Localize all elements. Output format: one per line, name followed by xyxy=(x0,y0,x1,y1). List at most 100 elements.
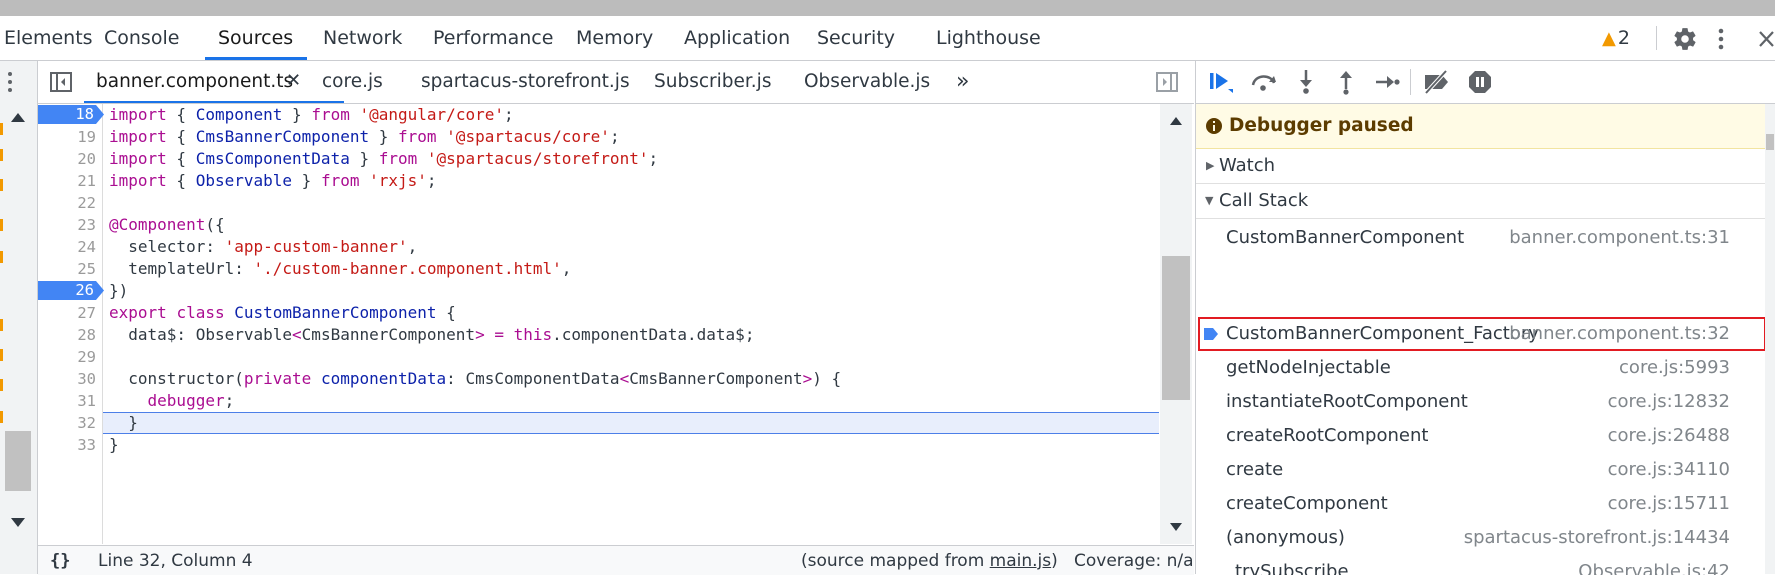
marker xyxy=(0,379,3,391)
call-frame[interactable]: _trySubscribe Observable.js:42 xyxy=(1196,555,1766,575)
file-tab-subscriber[interactable]: Subscriber.js xyxy=(654,61,771,103)
tab-security[interactable]: Security xyxy=(817,16,895,60)
scroll-down-arrow-icon[interactable] xyxy=(1169,522,1183,532)
more-tabs-chevron-icon[interactable]: » xyxy=(956,61,969,103)
toolbar-divider xyxy=(1656,26,1657,50)
info-icon xyxy=(1206,118,1222,134)
line-number[interactable]: 33 xyxy=(40,434,96,456)
line-number[interactable]: 21 xyxy=(40,170,96,192)
file-tab-banner-component[interactable]: banner.component.ts xyxy=(96,61,293,103)
collapsed-triangle-icon: ▶ xyxy=(1206,159,1215,172)
call-frame[interactable]: createComponent core.js:15711 xyxy=(1196,487,1766,521)
active-tab-indicator xyxy=(205,57,307,60)
tab-performance[interactable]: Performance xyxy=(433,16,553,60)
line-number[interactable]: 20 xyxy=(40,148,96,170)
line-number[interactable]: 24 xyxy=(40,236,96,258)
editor-file-tabs: banner.component.ts ✕ core.js spartacus-… xyxy=(38,61,1194,104)
deactivate-breakpoints-icon[interactable] xyxy=(1422,70,1452,94)
more-options-icon[interactable] xyxy=(1716,28,1726,50)
resume-execution-icon[interactable] xyxy=(1208,70,1234,94)
tab-application[interactable]: Application xyxy=(684,16,790,60)
call-frame[interactable]: CustomBannerComponent banner.component.ts… xyxy=(1196,221,1766,255)
scroll-up-arrow-icon[interactable] xyxy=(1169,116,1183,126)
code-editor[interactable]: import { Component } from '@angular/core… xyxy=(103,104,1159,544)
pause-on-exceptions-icon[interactable] xyxy=(1468,70,1492,94)
marker xyxy=(0,123,3,135)
line-number[interactable]: 31 xyxy=(40,390,96,412)
marker xyxy=(0,349,3,361)
code-line: data$: Observable<CmsBannerComponent> = … xyxy=(109,325,755,344)
code-line: constructor(private componentData: CmsCo… xyxy=(109,369,851,388)
selected-frame-highlight-box xyxy=(1198,317,1766,351)
breakpoint-marker[interactable]: 18 xyxy=(38,105,104,124)
tab-network[interactable]: Network xyxy=(323,16,402,60)
toggle-debugger-icon[interactable] xyxy=(1156,72,1178,92)
line-number[interactable]: 30 xyxy=(40,368,96,390)
close-tab-icon[interactable]: ✕ xyxy=(286,61,301,103)
step-over-icon[interactable] xyxy=(1250,71,1278,93)
breakpoint-marker[interactable]: 26 xyxy=(38,281,104,300)
scroll-up-arrow-icon[interactable] xyxy=(10,111,26,123)
step-icon[interactable] xyxy=(1374,73,1400,91)
call-stack-label: Call Stack xyxy=(1219,190,1309,211)
warning-count: 2 xyxy=(1617,27,1630,49)
sidebar-scroll-thumb[interactable] xyxy=(1766,134,1774,150)
close-devtools-icon[interactable] xyxy=(1758,30,1775,48)
tab-console[interactable]: Console xyxy=(104,16,179,60)
step-into-icon[interactable] xyxy=(1298,69,1314,95)
call-frame[interactable]: createRootComponent core.js:26488 xyxy=(1196,419,1766,453)
line-number[interactable]: 25 xyxy=(40,258,96,280)
tab-sources[interactable]: Sources xyxy=(218,16,293,60)
source-mapped-suffix: ) xyxy=(1051,551,1058,571)
step-out-icon[interactable] xyxy=(1338,69,1354,95)
debugger-paused-label: Debugger paused xyxy=(1229,115,1414,136)
marker xyxy=(0,149,3,161)
tab-memory[interactable]: Memory xyxy=(576,16,653,60)
line-number[interactable]: 27 xyxy=(40,302,96,324)
warnings-counter[interactable]: ▲ 2 xyxy=(1602,16,1630,60)
devtools-main-tabbar: Elements Console Sources Network Perform… xyxy=(0,16,1775,61)
call-frame[interactable]: instantiateRootComponent core.js:12832 xyxy=(1196,385,1766,419)
debugger-sidebar: Debugger paused ▶ Watch ▼ Call Stack Cus… xyxy=(1195,61,1775,575)
marker xyxy=(0,411,3,423)
line-number[interactable]: 29 xyxy=(40,346,96,368)
call-frame[interactable]: getNodeInjectable core.js:5993 xyxy=(1196,351,1766,385)
call-stack-section-header[interactable]: ▼ Call Stack xyxy=(1196,184,1766,219)
tab-lighthouse[interactable]: Lighthouse xyxy=(936,16,1041,60)
marker xyxy=(0,179,3,191)
tab-elements[interactable]: Elements xyxy=(4,16,93,60)
code-line: }) xyxy=(109,281,129,300)
source-mapped-prefix: (source mapped from xyxy=(801,551,990,571)
line-number[interactable]: 28 xyxy=(40,324,96,346)
line-number[interactable]: 22 xyxy=(40,192,96,214)
scroll-down-arrow-icon[interactable] xyxy=(10,517,26,529)
navigator-collapsed-strip xyxy=(0,61,38,574)
call-frame[interactable]: (anonymous) spartacus-storefront.js:14434 xyxy=(1196,521,1766,555)
code-line: import { CmsBannerComponent } from '@spa… xyxy=(109,127,620,146)
file-tab-observable[interactable]: Observable.js xyxy=(804,61,930,103)
line-number[interactable]: 32 xyxy=(40,412,96,434)
toggle-navigator-icon[interactable] xyxy=(50,72,72,92)
settings-gear-icon[interactable] xyxy=(1672,26,1698,52)
navigator-scroll-thumb[interactable] xyxy=(5,431,31,491)
line-number-gutter[interactable]: 18 19 20 21 22 23 24 25 26 27 28 29 30 3… xyxy=(38,104,104,544)
call-frame[interactable]: create core.js:34110 xyxy=(1196,453,1766,487)
watch-label: Watch xyxy=(1219,155,1276,176)
code-line: } xyxy=(109,413,138,432)
line-number[interactable]: 23 xyxy=(40,214,96,236)
code-line: import { Component } from '@angular/core… xyxy=(109,105,514,124)
file-tab-spartacus-storefront[interactable]: spartacus-storefront.js xyxy=(421,61,630,103)
watch-section-header[interactable]: ▶ Watch xyxy=(1196,149,1766,184)
sidebar-scrollbar[interactable] xyxy=(1765,104,1775,574)
file-tab-core[interactable]: core.js xyxy=(322,61,383,103)
source-map-link[interactable]: main.js xyxy=(990,551,1051,571)
expanded-triangle-icon: ▼ xyxy=(1205,194,1214,207)
pretty-print-icon[interactable]: {} xyxy=(50,546,70,576)
editor-scroll-thumb[interactable] xyxy=(1162,256,1190,400)
line-number[interactable]: 19 xyxy=(40,126,96,148)
code-line: @Component({ xyxy=(109,215,225,234)
window-top-strip xyxy=(0,0,1775,16)
navigator-menu-icon[interactable] xyxy=(6,71,14,93)
source-mapped-info: (source mapped from main.js) xyxy=(801,546,1058,576)
code-line: selector: 'app-custom-banner', xyxy=(109,237,418,256)
